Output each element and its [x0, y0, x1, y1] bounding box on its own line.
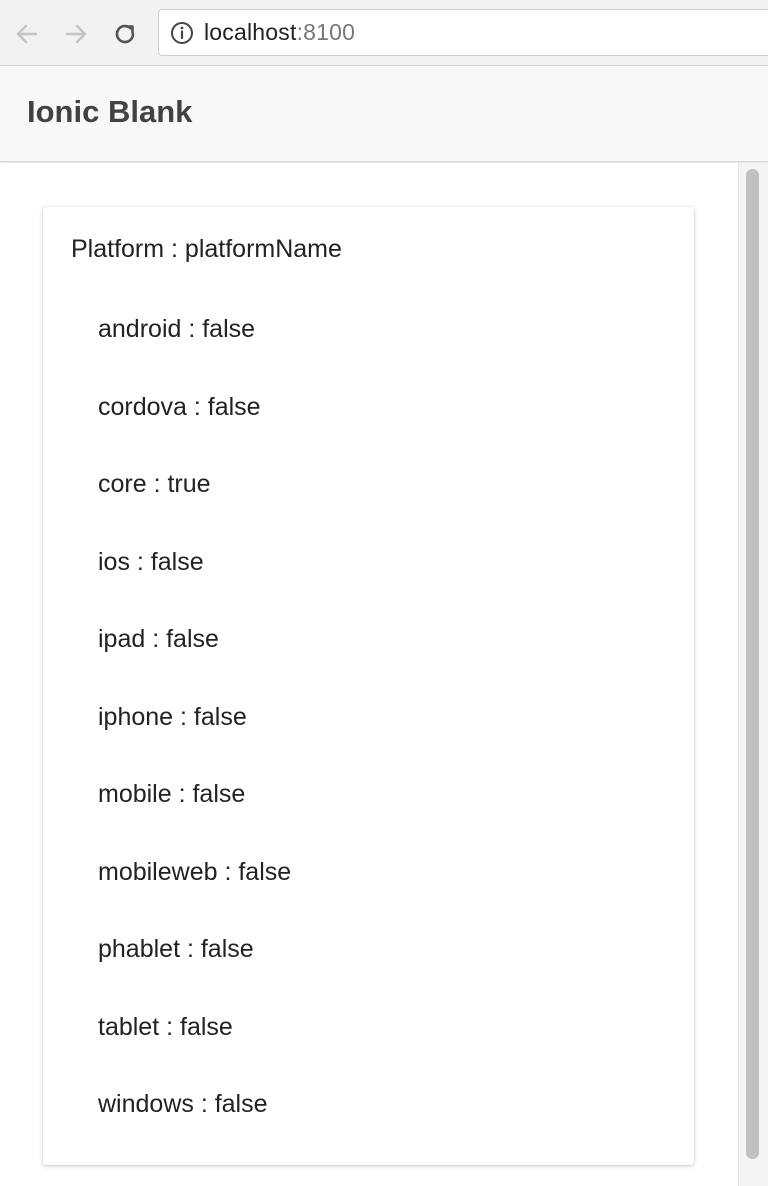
list-item: phablet : false: [98, 935, 254, 963]
content-area: Platform : platformName android : false …: [0, 163, 738, 1186]
list-item: windows : false: [98, 1090, 268, 1118]
scrollbar[interactable]: [738, 163, 768, 1186]
list-item: tablet : false: [98, 1012, 233, 1041]
list-item: android : false: [98, 315, 256, 343]
address-bar[interactable]: localhost:8100: [158, 9, 768, 56]
arrow-left-icon: [16, 24, 38, 44]
arrow-right-icon: [65, 24, 87, 44]
list-item: ios : false: [98, 547, 204, 576]
platform-card: Platform : platformName android : false …: [43, 207, 694, 1165]
list-item: cordova : false: [98, 392, 261, 421]
url-text: localhost:8100: [204, 19, 355, 46]
info-icon[interactable]: [170, 21, 194, 45]
back-button[interactable]: [13, 18, 41, 50]
browser-toolbar: localhost:8100: [0, 0, 768, 66]
list-item: core : true: [98, 470, 211, 498]
list-item: mobileweb : false: [98, 857, 292, 886]
forward-button[interactable]: [62, 18, 90, 50]
app-header: Ionic Blank: [0, 66, 768, 162]
list-item: ipad : false: [98, 625, 219, 653]
page-title: Ionic Blank: [27, 94, 193, 129]
card-heading: Platform : platformName: [71, 235, 342, 263]
platform-list: android : false cordova : false core : t…: [98, 315, 291, 1168]
reload-button[interactable]: [111, 18, 139, 50]
reload-icon: [115, 24, 135, 44]
url-port: :8100: [296, 19, 356, 45]
list-item: mobile : false: [98, 780, 246, 808]
url-host: localhost: [204, 19, 297, 45]
scrollbar-thumb[interactable]: [746, 169, 759, 1159]
list-item: iphone : false: [98, 702, 247, 731]
